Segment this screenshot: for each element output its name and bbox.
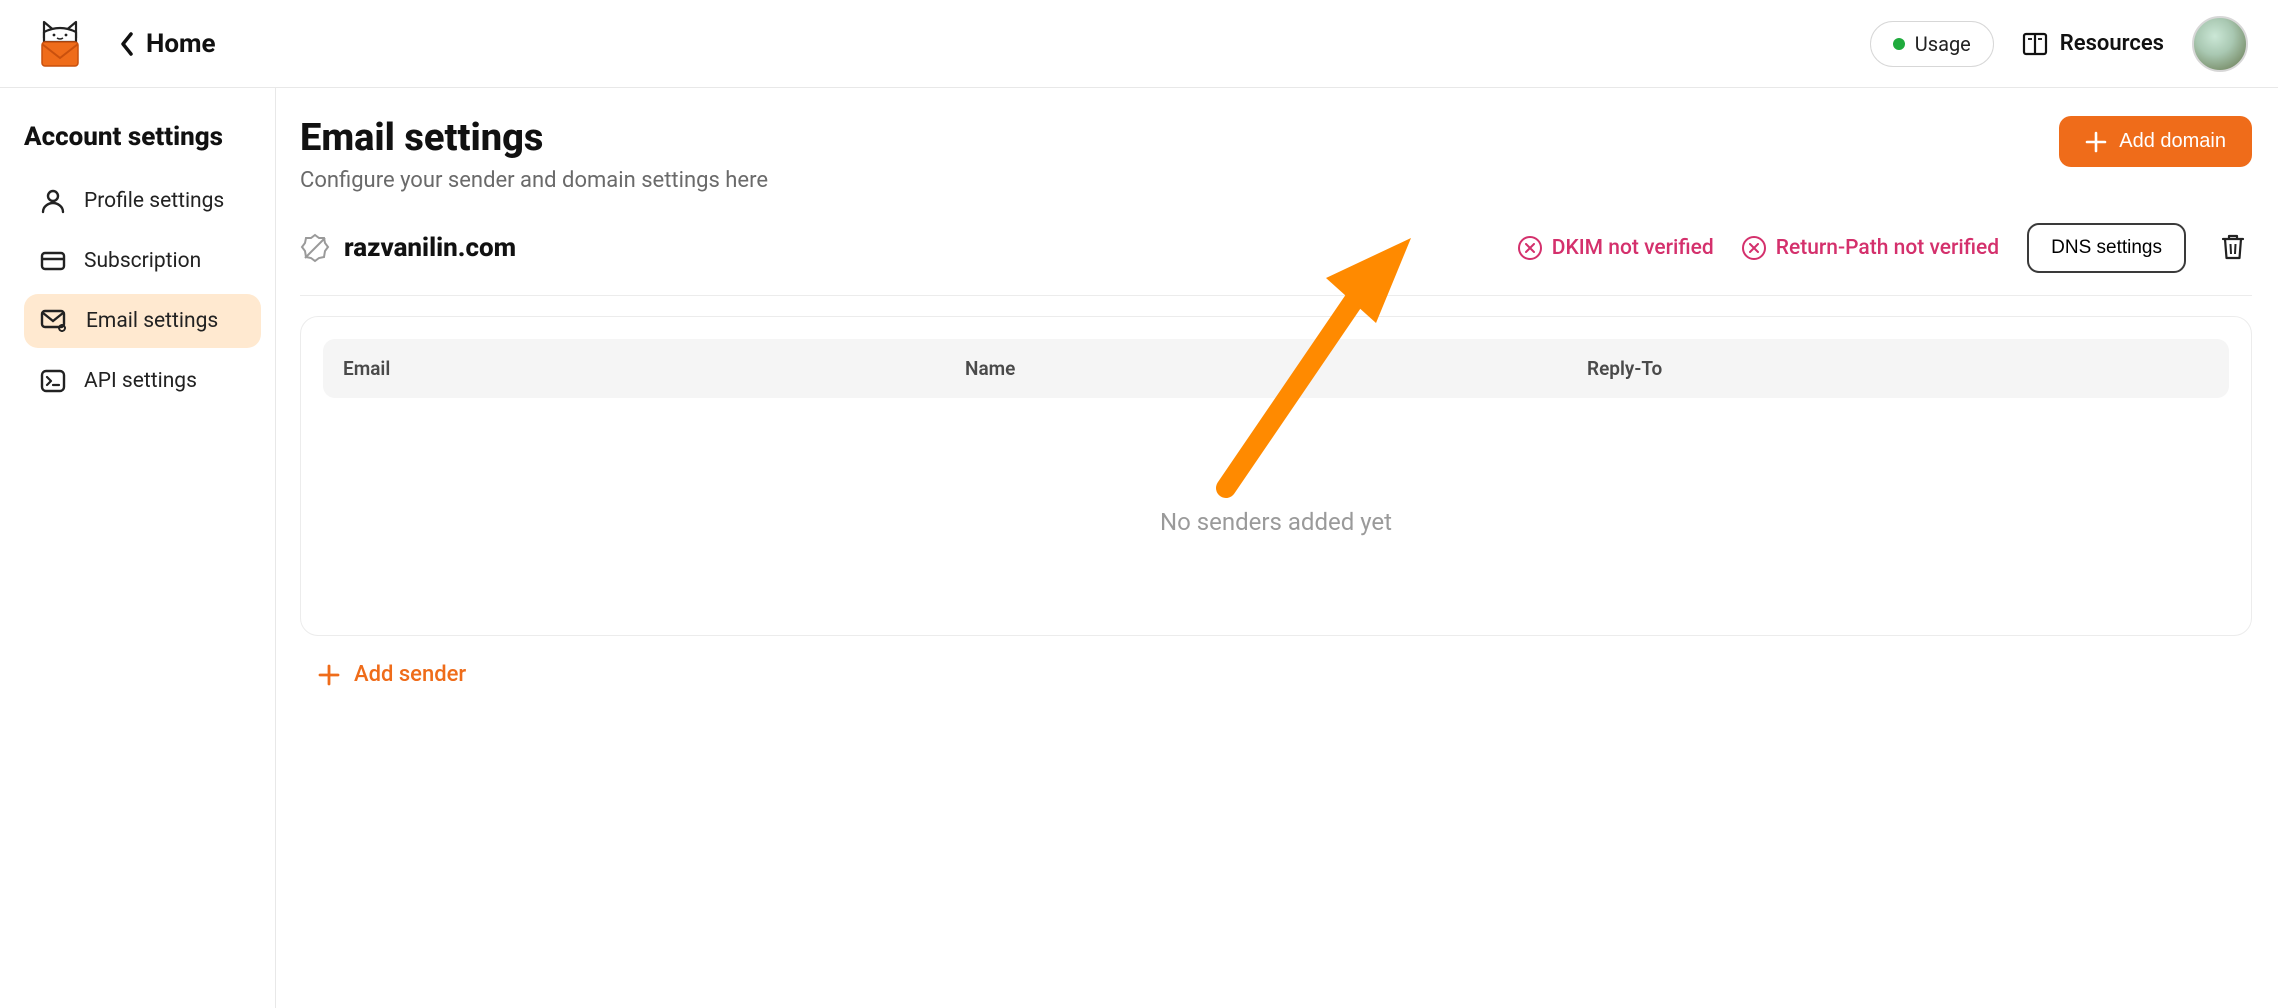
sidebar-item-subscription[interactable]: Subscription	[24, 234, 261, 288]
app-logo[interactable]	[30, 14, 90, 74]
usage-button[interactable]: Usage	[1870, 21, 1994, 67]
sidebar-item-label: Subscription	[84, 249, 201, 273]
sidebar-title: Account settings	[24, 122, 261, 152]
unverified-badge-icon	[300, 233, 330, 263]
sidebar: Account settings Profile settings Subscr…	[0, 88, 276, 1008]
topbar: Home Usage Resources	[0, 0, 2278, 88]
home-label: Home	[146, 29, 216, 59]
sidebar-item-email[interactable]: Email settings	[24, 294, 261, 348]
domain-row: razvanilin.com DKIM not verified Return-…	[300, 215, 2252, 296]
return-path-status-text: Return-Path not verified	[1776, 236, 1999, 260]
col-reply-to: Reply-To	[1587, 357, 2209, 380]
user-icon	[40, 188, 66, 214]
main-content: Email settings Configure your sender and…	[276, 88, 2278, 1008]
delete-domain-button[interactable]	[2214, 227, 2252, 270]
col-name: Name	[965, 357, 1587, 380]
card-icon	[40, 248, 66, 274]
chevron-left-icon	[118, 30, 136, 58]
plus-icon	[2085, 131, 2107, 153]
page-title: Email settings	[300, 116, 768, 160]
page-subtitle: Configure your sender and domain setting…	[300, 168, 768, 193]
avatar[interactable]	[2192, 16, 2248, 72]
senders-empty-message: No senders added yet	[323, 398, 2229, 576]
sidebar-item-label: Profile settings	[84, 189, 224, 213]
topbar-right: Usage Resources	[1870, 16, 2248, 72]
sidebar-item-api[interactable]: API settings	[24, 354, 261, 408]
home-link[interactable]: Home	[118, 29, 216, 59]
mail-settings-icon	[40, 308, 68, 334]
return-path-status-badge: Return-Path not verified	[1742, 236, 1999, 260]
add-domain-label: Add domain	[2119, 130, 2226, 153]
sidebar-item-label: Email settings	[86, 309, 218, 333]
add-sender-label: Add sender	[354, 662, 466, 687]
plus-icon	[318, 664, 340, 686]
sidebar-item-label: API settings	[84, 369, 197, 393]
resources-link[interactable]: Resources	[2022, 31, 2164, 57]
add-sender-button[interactable]: Add sender	[318, 662, 2252, 687]
trash-icon	[2220, 233, 2246, 261]
page-header: Email settings Configure your sender and…	[300, 116, 2252, 193]
topbar-left: Home	[30, 14, 216, 74]
col-email: Email	[343, 357, 965, 380]
resources-label: Resources	[2060, 31, 2164, 56]
x-circle-icon	[1742, 236, 1766, 260]
sidebar-item-profile[interactable]: Profile settings	[24, 174, 261, 228]
dns-settings-button[interactable]: DNS settings	[2027, 223, 2186, 273]
senders-card: Email Name Reply-To No senders added yet	[300, 316, 2252, 636]
terminal-icon	[40, 368, 66, 394]
domain-name: razvanilin.com	[344, 233, 516, 263]
usage-label: Usage	[1915, 32, 1971, 56]
status-dot-icon	[1893, 38, 1905, 50]
book-icon	[2022, 31, 2048, 57]
x-circle-icon	[1518, 236, 1542, 260]
dkim-status-text: DKIM not verified	[1552, 236, 1714, 260]
dkim-status-badge: DKIM not verified	[1518, 236, 1714, 260]
add-domain-button[interactable]: Add domain	[2059, 116, 2252, 167]
senders-table-header: Email Name Reply-To	[323, 339, 2229, 398]
